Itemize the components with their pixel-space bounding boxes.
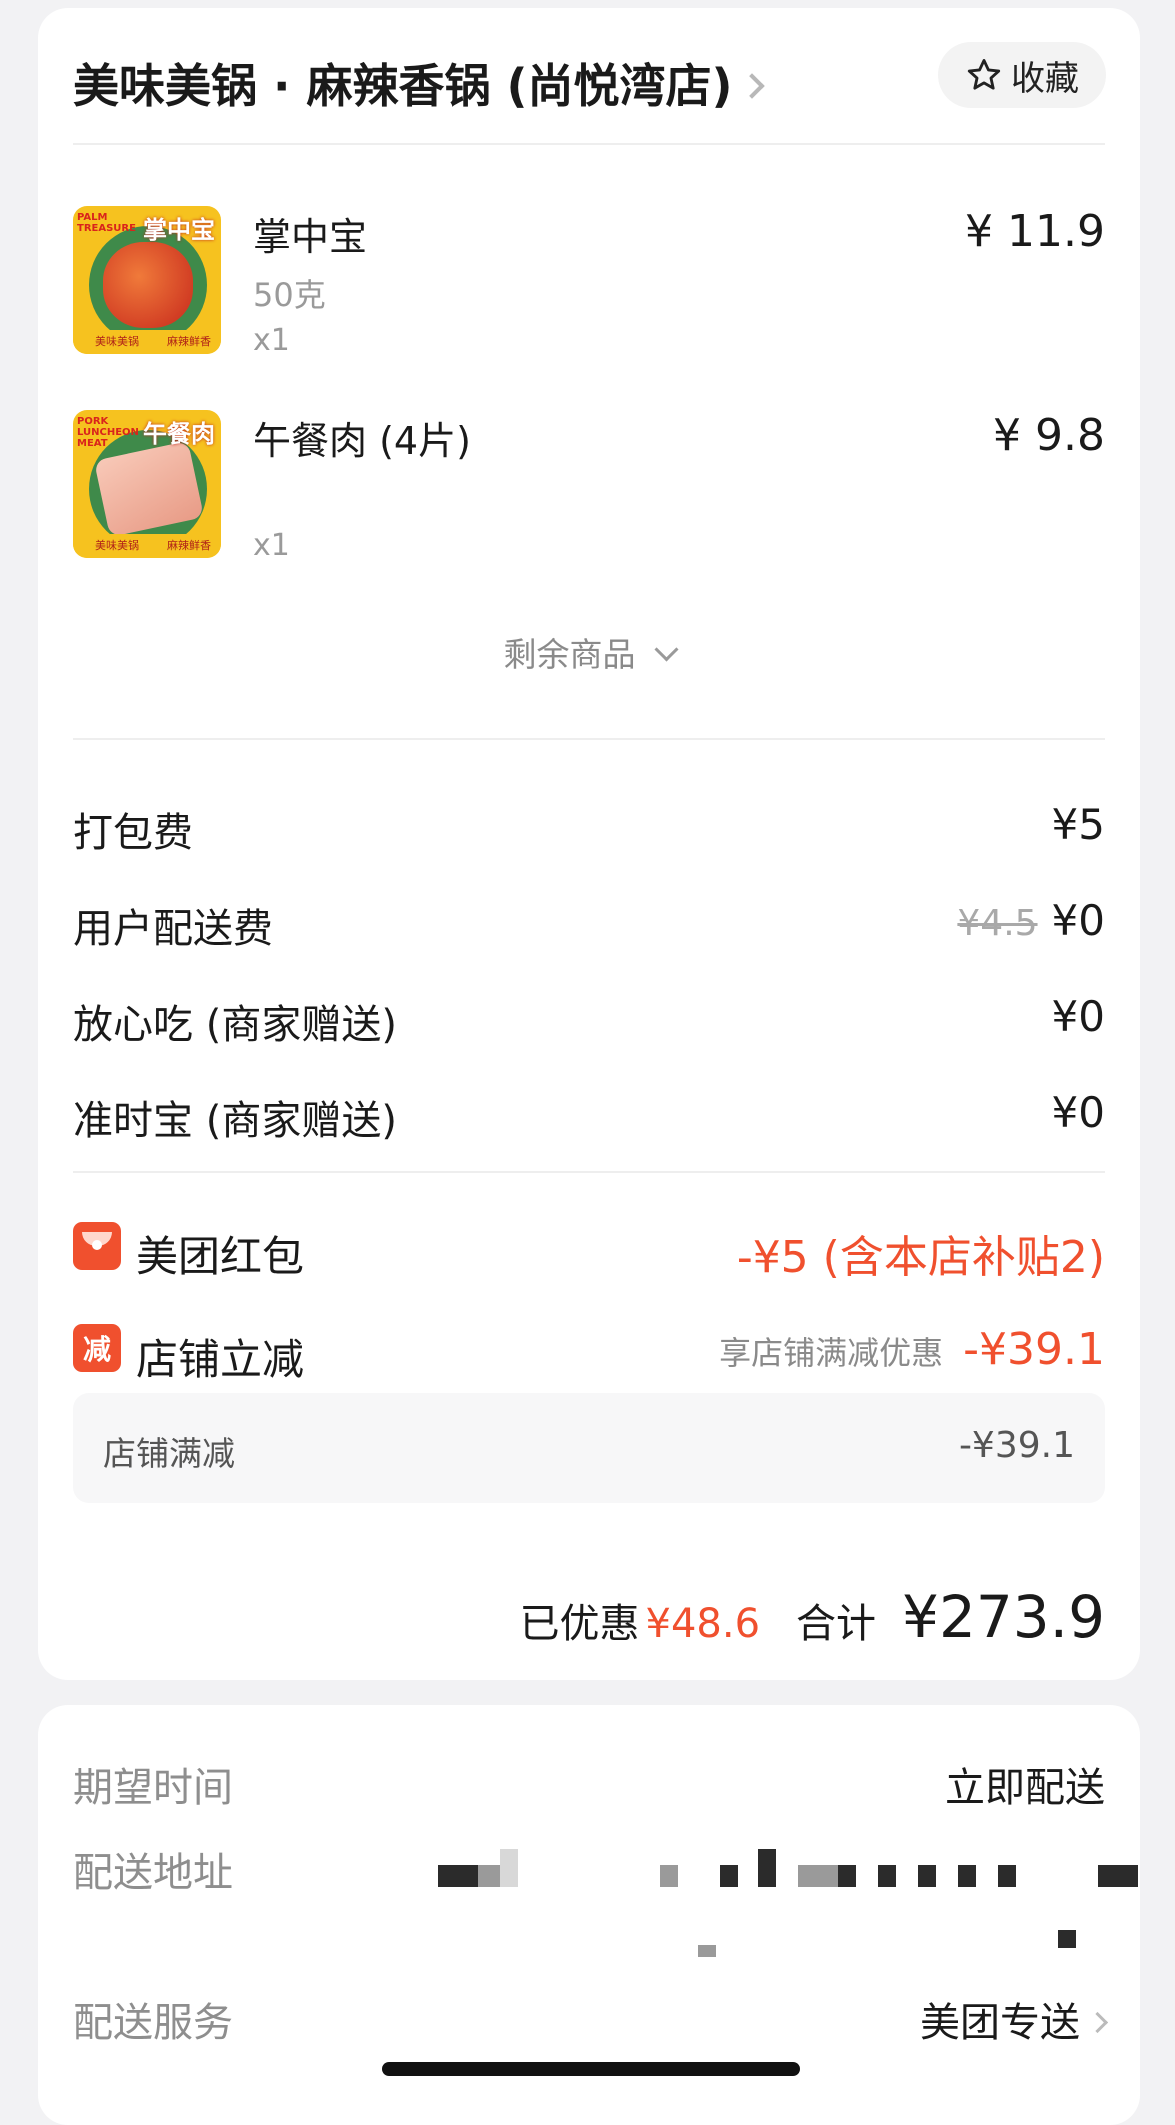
delivery-address-label: 配送地址	[73, 1850, 233, 1896]
fee-label-on-time: 准时宝 (商家赠送)	[73, 1098, 397, 1144]
order-summary: 已优惠 ¥48.6 合计 ¥273.9	[520, 1583, 1105, 1651]
delivery-time-value[interactable]: 立即配送	[945, 1755, 1105, 1813]
item-price: ¥ 11.9	[965, 206, 1105, 257]
favorite-label: 收藏	[1011, 58, 1079, 99]
item-qty: x1	[253, 528, 290, 563]
fee-value-on-time: ¥0	[1051, 1088, 1105, 1137]
store-discount-value-row: 享店铺满减优惠 -¥39.1	[719, 1324, 1105, 1375]
divider	[73, 1171, 1105, 1173]
item-name: 午餐肉 (4片)	[253, 419, 471, 463]
fee-label-packaging: 打包费	[73, 810, 193, 856]
fee-value-delivery: ¥4.5 ¥0	[957, 896, 1105, 945]
fee-original-delivery: ¥4.5	[957, 903, 1038, 944]
order-card: 美味美锅 · 麻辣香锅 (尚悦湾店) 收藏 PALM TREASURE 掌中宝 …	[38, 8, 1140, 1680]
chevron-right-icon	[1086, 2011, 1109, 2034]
red-packet-icon	[73, 1222, 121, 1270]
item-thumbnail[interactable]: PALM TREASURE 掌中宝 美味美锅 麻辣鲜香	[73, 206, 221, 354]
fee-label-food-safety: 放心吃 (商家赠送)	[73, 1002, 397, 1048]
thumb-tag: 掌中宝	[143, 216, 215, 244]
delivery-service-link[interactable]: 美团专送	[920, 1990, 1109, 2048]
item-qty: x1	[253, 323, 290, 358]
more-items-button[interactable]: 剩余商品	[38, 628, 1140, 676]
star-icon	[967, 59, 1001, 90]
store-discount-detail-value: -¥39.1	[958, 1425, 1075, 1466]
fee-value-packaging: ¥5	[1051, 800, 1105, 849]
total-value: ¥273.9	[902, 1583, 1105, 1651]
thumb-slogan: 麻辣鲜香	[167, 335, 211, 348]
thumb-tag-en: PORK LUNCHEON MEAT	[77, 416, 139, 449]
thumb-slogan: 麻辣鲜香	[167, 539, 211, 552]
store-discount-detail: 店铺满减 -¥39.1	[73, 1393, 1105, 1503]
home-indicator	[382, 2062, 800, 2076]
store-name: 美味美锅 · 麻辣香锅 (尚悦湾店)	[73, 59, 733, 113]
delivery-time-label: 期望时间	[73, 1765, 233, 1811]
favorite-button[interactable]: 收藏	[938, 42, 1106, 108]
item-spec: 50克	[253, 276, 326, 314]
thumb-tag-en: PALM TREASURE	[77, 212, 136, 234]
total-label: 合计	[796, 1601, 877, 1647]
store-discount-icon: 减	[73, 1324, 121, 1372]
delivery-service-label: 配送服务	[73, 2000, 233, 2046]
divider	[73, 143, 1105, 145]
food-shape	[103, 242, 193, 328]
thumb-band: 美味美锅 麻辣鲜香	[73, 330, 221, 354]
store-discount-value: -¥39.1	[963, 1324, 1105, 1375]
store-discount-label: 店铺立减	[136, 1335, 305, 1384]
store-discount-detail-label: 店铺满减	[103, 1434, 235, 1473]
item-thumbnail[interactable]: PORK LUNCHEON MEAT 午餐肉 美味美锅 麻辣鲜香	[73, 410, 221, 558]
thumb-band: 美味美锅 麻辣鲜香	[73, 534, 221, 558]
red-packet-value[interactable]: -¥5 (含本店补贴2)	[737, 1221, 1105, 1285]
store-discount-note: 享店铺满减优惠	[719, 1334, 944, 1372]
fee-label-delivery: 用户配送费	[73, 906, 273, 952]
saved-label: 已优惠	[519, 1601, 640, 1647]
chevron-right-icon	[738, 72, 765, 99]
saved-value: ¥48.6	[645, 1601, 761, 1647]
store-name-link[interactable]: 美味美锅 · 麻辣香锅 (尚悦湾店)	[73, 50, 765, 116]
thumb-brand: 美味美锅	[95, 335, 139, 348]
red-packet-label: 美团红包	[136, 1232, 305, 1281]
item-name: 掌中宝	[253, 215, 368, 259]
fee-value-food-safety: ¥0	[1051, 992, 1105, 1041]
divider	[73, 738, 1105, 740]
fee-current-delivery: ¥0	[1051, 896, 1105, 945]
delivery-service-value: 美团专送	[920, 2000, 1080, 2046]
more-items-label: 剩余商品	[503, 635, 636, 674]
item-price: ¥ 9.8	[993, 410, 1105, 461]
thumb-tag: 午餐肉	[143, 420, 215, 448]
delivery-address-value-redacted[interactable]	[438, 1835, 1138, 1985]
chevron-down-icon	[653, 637, 679, 662]
thumb-brand: 美味美锅	[95, 539, 139, 552]
